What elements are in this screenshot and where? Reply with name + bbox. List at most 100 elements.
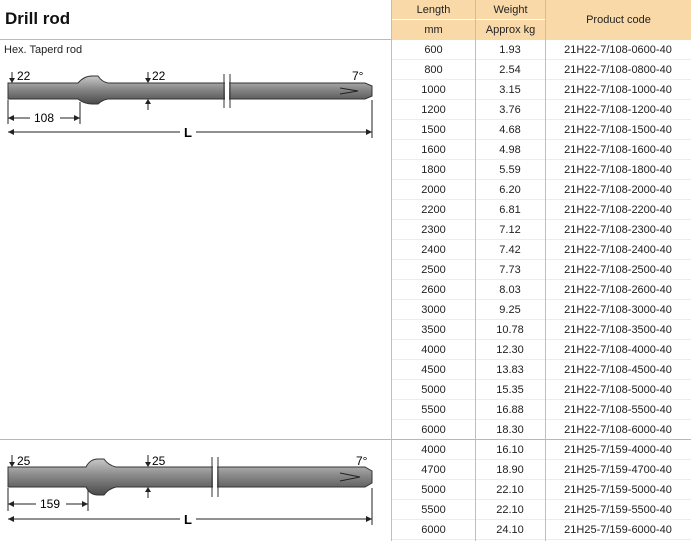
drill-rod-drawing-25: 25 25 7° 159 L [7, 454, 373, 527]
cell-code: 21H22-7/108-2400-40 [564, 243, 672, 256]
cell-weight: 18.30 [496, 423, 524, 436]
cell-code: 21H22-7/108-1800-40 [564, 163, 672, 176]
table-row: 2200 6.81 21H22-7/108-2200-40 [392, 200, 691, 220]
table-row: 1600 4.98 21H22-7/108-1600-40 [392, 140, 691, 160]
cell-code: 21H22-7/108-1500-40 [564, 123, 672, 136]
cell-weight: 16.88 [496, 403, 524, 416]
table-row: 5500 16.88 21H22-7/108-5500-40 [392, 400, 691, 420]
cell-code: 21H25-7/159-5000-40 [564, 483, 672, 496]
cell-length: 4700 [421, 463, 446, 476]
table-row: 3500 10.78 21H22-7/108-3500-40 [392, 320, 691, 340]
cell-length: 5000 [421, 383, 446, 396]
cell-weight: 18.90 [496, 463, 524, 476]
cell-length: 5500 [421, 403, 446, 416]
shank-length-label: 108 [34, 111, 54, 125]
cell-length: 4000 [421, 443, 446, 456]
product-table: 600 1.93 21H22-7/108-0600-40 800 2.54 21H22-7… [392, 40, 691, 540]
cell-code: 21H22-7/108-6000-40 [564, 423, 672, 436]
cell-code: 21H25-7/159-5500-40 [564, 503, 672, 516]
total-length-label: L [184, 125, 192, 140]
cell-length: 2300 [421, 223, 446, 236]
cell-weight: 6.81 [499, 203, 521, 216]
cell-length: 1500 [421, 123, 446, 136]
header-product-code: Product code [546, 0, 691, 40]
cell-code: 21H22-7/108-0800-40 [564, 63, 672, 76]
cell-weight: 15.35 [496, 383, 524, 396]
cell-length: 2000 [421, 183, 446, 196]
cell-weight: 4.98 [499, 143, 521, 156]
page-title: Drill rod [5, 9, 71, 28]
cell-code: 21H22-7/108-2000-40 [564, 183, 672, 196]
cell-weight: 10.78 [496, 323, 524, 336]
cell-weight: 1.93 [499, 43, 521, 56]
table-row: 2400 7.42 21H22-7/108-2400-40 [392, 240, 691, 260]
cell-code: 21H22-7/108-2600-40 [564, 283, 672, 296]
table-row: 2000 6.20 21H22-7/108-2000-40 [392, 180, 691, 200]
table-row: 4700 18.90 21H25-7/159-4700-40 [392, 460, 691, 480]
table-row: 5000 22.10 21H25-7/159-5000-40 [392, 480, 691, 500]
cell-length: 4000 [421, 343, 446, 356]
cell-code: 21H22-7/108-1000-40 [564, 83, 672, 96]
cell-length: 5500 [421, 503, 446, 516]
cell-length: 5000 [421, 483, 446, 496]
taper-angle-label: 7° [356, 454, 368, 468]
drill-rod-drawing-22: 22 22 7° 108 L [7, 69, 373, 140]
table-row: 3000 9.25 21H22-7/108-3000-40 [392, 300, 691, 320]
cell-code: 21H22-7/108-4500-40 [564, 363, 672, 376]
header-length: Length [392, 0, 475, 19]
header-weight-unit: Approx kg [476, 20, 545, 40]
column-divider [545, 0, 546, 541]
cell-weight: 9.25 [499, 303, 521, 316]
cell-length: 6000 [421, 523, 446, 536]
cell-length: 2500 [421, 263, 446, 276]
cell-length: 600 [424, 43, 443, 56]
cell-code: 21H22-7/108-2500-40 [564, 263, 672, 276]
table-row: 2300 7.12 21H22-7/108-2300-40 [392, 220, 691, 240]
cell-length: 2400 [421, 243, 446, 256]
cell-weight: 7.12 [499, 223, 521, 236]
cell-length: 4500 [421, 363, 446, 376]
cell-length: 800 [424, 63, 443, 76]
cell-length: 3500 [421, 323, 446, 336]
cell-length: 1200 [421, 103, 446, 116]
cell-length: 2200 [421, 203, 446, 216]
cell-weight: 3.15 [499, 83, 521, 96]
section-divider [0, 439, 691, 440]
hex-size-label-2: 22 [152, 69, 166, 83]
hex-size-label-4: 25 [152, 454, 166, 468]
table-row: 2500 7.73 21H22-7/108-2500-40 [392, 260, 691, 280]
cell-code: 21H25-7/159-6000-40 [564, 523, 672, 536]
cell-code: 21H22-7/108-5500-40 [564, 403, 672, 416]
cell-code: 21H22-7/108-3000-40 [564, 303, 672, 316]
table-row: 5000 15.35 21H22-7/108-5000-40 [392, 380, 691, 400]
table-row: 2600 8.03 21H22-7/108-2600-40 [392, 280, 691, 300]
cell-weight: 13.83 [496, 363, 524, 376]
cell-code: 21H22-7/108-1600-40 [564, 143, 672, 156]
cell-weight: 6.20 [499, 183, 521, 196]
section-subtitle: Hex. Taperd rod [4, 44, 83, 56]
table-row: 6000 24.10 21H25-7/159-6000-40 [392, 520, 691, 540]
cell-code: 21H22-7/108-4000-40 [564, 343, 672, 356]
cell-weight: 2.54 [499, 63, 521, 76]
cell-code: 21H22-7/108-1200-40 [564, 103, 672, 116]
taper-angle-label: 7° [352, 69, 364, 83]
cell-weight: 24.10 [496, 523, 524, 536]
cell-code: 21H25-7/159-4700-40 [564, 463, 672, 476]
rod-body [7, 75, 373, 105]
cell-weight: 4.68 [499, 123, 521, 136]
column-divider [475, 0, 476, 541]
cell-length: 1800 [421, 163, 446, 176]
cell-length: 3000 [421, 303, 446, 316]
table-row: 800 2.54 21H22-7/108-0800-40 [392, 60, 691, 80]
cell-code: 21H25-7/159-4000-40 [564, 443, 672, 456]
cell-weight: 3.76 [499, 103, 521, 116]
cell-weight: 12.30 [496, 343, 524, 356]
cell-code: 21H22-7/108-0600-40 [564, 43, 672, 56]
cell-code: 21H22-7/108-2300-40 [564, 223, 672, 236]
cell-code: 21H22-7/108-2200-40 [564, 203, 672, 216]
table-row: 1200 3.76 21H22-7/108-1200-40 [392, 100, 691, 120]
hex-size-label-1: 22 [17, 69, 31, 83]
cell-length: 2600 [421, 283, 446, 296]
cell-length: 1000 [421, 83, 446, 96]
table-row: 4000 12.30 21H22-7/108-4000-40 [392, 340, 691, 360]
